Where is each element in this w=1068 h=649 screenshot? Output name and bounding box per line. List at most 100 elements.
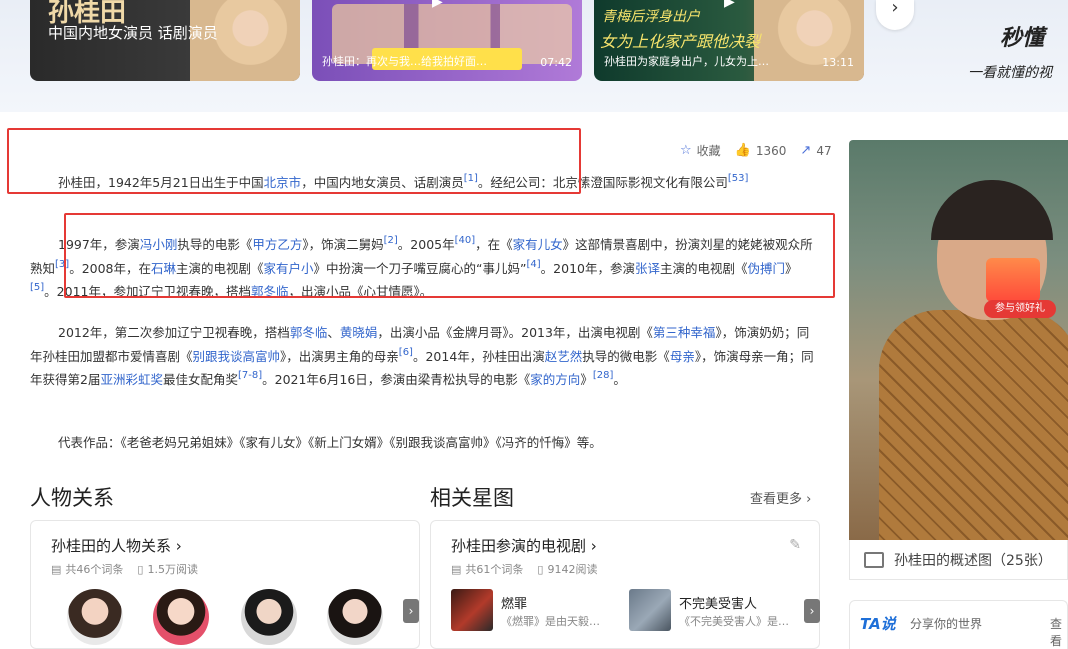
video-caption: 孙桂田：再次与我…给我拍好面… [322,55,487,68]
text: 。2014年，孙桂田出演 [412,348,545,364]
link-rainbow-award[interactable]: 亚洲彩虹奖 [100,372,163,387]
ta-subtitle: 分享你的世界 [910,617,983,631]
reference[interactable]: [6] [399,347,413,358]
video-duration: 07:42 [540,56,572,69]
drama-item[interactable]: 不完美受害人 《不完美受害人》是… [629,589,799,635]
play-icon: ▶ [724,0,735,10]
portrait-image[interactable] [849,140,1068,540]
reads-count: ▯ 9142阅读 [537,561,597,577]
link-guo-donglin[interactable]: 郭冬临 [290,325,328,340]
section-title-stars: 相关星图 [430,486,514,510]
reference[interactable]: [5] [30,282,44,293]
avatar[interactable] [153,589,209,645]
drama-poster [629,589,671,631]
panel-meta: ▤ 共46个词条 ▯ 1.5万阅读 [51,561,198,577]
overview-label: 孙桂田的概述图（25张） [894,552,1052,569]
video-strip: 孙桂田 中国内地女演员 话剧演员 ▶ 孙桂田：再次与我…给我拍好面… 07:42… [0,0,1068,112]
chevron-right-icon[interactable]: › [876,0,914,30]
reads-text: 9142阅读 [547,563,598,576]
relations-panel-title[interactable]: 孙桂田的人物关系 › [51,535,182,556]
panel-meta: ▤ 共61个词条 ▯ 9142阅读 [451,561,597,577]
link-drama[interactable]: 第三种幸福 [653,325,716,340]
see-more-link[interactable]: 查看更多 › [750,488,811,507]
share-button[interactable]: ↗ 47 [800,143,831,158]
text: 。2021年6月16日，参演由梁青松执导的电影《 [262,372,531,387]
text: ，出演小品《金牌月哥》。2013年，出演电视剧《 [377,325,653,340]
panel-title-text: 孙桂田的人物关系 [51,537,172,555]
play-icon: ▶ [432,0,443,10]
drama-poster [451,589,493,631]
see-more-label: 查看更多 [750,492,803,507]
book-icon: ▯ [537,562,544,576]
relations-panel: 孙桂田的人物关系 › ▤ 共46个词条 ▯ 1.5万阅读 › [30,520,420,649]
share-icon: ↗ [800,143,812,158]
video-caption: 孙桂田为家庭身出户，儿女为上… [604,55,769,68]
text: 最佳女配角奖 [162,372,238,387]
highlight-box [64,213,835,298]
ta-more-link[interactable]: 查看 [1050,615,1067,649]
reference[interactable]: [28] [593,370,614,381]
entries-text: 共46个词条 [65,563,124,576]
edit-icon[interactable]: ✎ [789,537,801,553]
link-huang-xiaojuan[interactable]: 黄晓娟 [340,325,378,340]
avatar[interactable] [67,589,123,645]
text: 。 [613,372,626,387]
share-count: 47 [816,143,832,158]
highlight-box [7,128,581,194]
gift-label[interactable]: 参与领好礼 [984,300,1056,318]
collect-button[interactable]: ☆ 收藏 [680,142,721,159]
reads-text: 1.5万阅读 [147,563,198,576]
video-subtitle: 中国内地女演员 话剧演员 [48,24,218,42]
overview-gallery-link[interactable]: 孙桂田的概述图（25张） [849,540,1068,580]
drama-item[interactable]: 燃罪 《燃罪》是由天毅… [451,589,621,635]
stars-panel-title[interactable]: 孙桂田参演的电视剧 › [451,535,597,556]
text: 、 [327,325,340,340]
like-count: 1360 [755,143,787,158]
like-button[interactable]: 👍 1360 [735,143,787,158]
text: 》 [580,372,593,387]
career-paragraph: 2012年，第二次参加辽宁卫视春晚，搭档郭冬临、黄晓娟，出演小品《金牌月哥》。2… [30,321,820,392]
thumbs-up-icon: 👍 [734,143,751,158]
link-mother[interactable]: 母亲 [670,349,695,364]
link-drama[interactable]: 别跟我谈高富帅 [193,349,281,364]
drama-desc: 《不完美受害人》是… [679,615,789,628]
star-icon: ☆ [680,143,692,158]
video-calligraphy: 女为上化家产跟他决裂 [600,32,761,51]
action-bar: ☆ 收藏 👍 1360 ↗ 47 [680,142,832,159]
collect-label: 收藏 [696,144,721,158]
ta-says-box: TA说 分享你的世界 查看 [849,600,1068,649]
drama-desc: 《燃罪》是由天毅… [501,615,600,628]
video-card[interactable]: 青梅后浮身出户 女为上化家产跟他决裂 ▶ 孙桂田为家庭身出户，儿女为上… 13:… [594,0,864,81]
stars-panel: 孙桂田参演的电视剧 › ✎ ▤ 共61个词条 ▯ 9142阅读 燃罪 《燃罪》是由天… [430,520,820,649]
drama-title: 不完美受害人 [679,597,758,612]
portrait-body [879,310,1068,540]
representative-works: 代表作品：《老爸老妈兄弟姐妹》《家有儿女》《新上门女婿》《别跟我谈高富帅》《冯齐… [58,435,602,450]
video-duration: 13:11 [822,56,854,69]
entries-count: ▤ 共46个词条 [51,561,123,577]
brand-slogan: 一看就懂的视 [968,65,1052,81]
video-card[interactable]: 孙桂田 中国内地女演员 话剧演员 [30,0,300,81]
book-icon: ▯ [137,562,144,576]
text: 执导的微电影《 [582,348,670,364]
entries-text: 共61个词条 [465,563,524,576]
chevron-right-icon[interactable]: › [804,599,820,623]
video-card[interactable]: ▶ 孙桂田：再次与我…给我拍好面… 07:42 [312,0,582,81]
reference[interactable]: [53] [728,173,749,184]
reads-count: ▯ 1.5万阅读 [137,561,198,577]
text: 2012年，第二次参加辽宁卫视春晚，搭档 [58,325,290,340]
portrait-hair [931,180,1053,240]
gift-icon[interactable] [986,258,1040,302]
chevron-right-icon[interactable]: › [403,599,419,623]
ta-logo: TA说 [860,615,896,633]
drama-title: 燃罪 [501,597,528,612]
reference[interactable]: [7-8] [238,370,262,381]
avatar[interactable] [241,589,297,645]
brand-logo: 秒懂 [1000,26,1045,51]
video-calligraphy: 青梅后浮身出户 [602,9,700,25]
link-film[interactable]: 家的方向 [530,372,580,387]
entries-count: ▤ 共61个词条 [451,561,523,577]
panel-title-text: 孙桂田参演的电视剧 [451,537,587,555]
avatar[interactable] [327,589,383,645]
list-icon: ▤ [451,562,462,576]
link-zhao-yiran[interactable]: 赵艺然 [545,349,583,364]
